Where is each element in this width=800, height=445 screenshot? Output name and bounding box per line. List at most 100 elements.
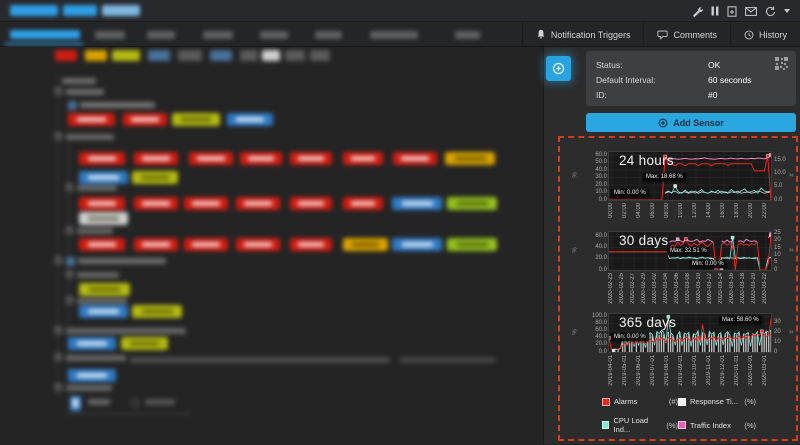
sensor-status-badge[interactable] — [184, 197, 228, 210]
axis-tick-label: 5 — [774, 259, 778, 266]
toolbar-chip[interactable] — [285, 50, 305, 61]
sensor-status-badge[interactable] — [392, 197, 442, 210]
mail-icon[interactable] — [745, 6, 757, 16]
tab-comments[interactable]: Comments — [643, 22, 730, 47]
sensor-status-badge[interactable] — [445, 152, 495, 165]
tree-item-label[interactable] — [66, 355, 126, 361]
sensor-status-badge[interactable] — [290, 152, 332, 165]
sensor-status-badge[interactable] — [79, 283, 130, 296]
sensor-status-badge[interactable] — [79, 171, 128, 184]
sensor-status-badge[interactable] — [132, 171, 178, 184]
expand-toggle-icon[interactable]: + — [55, 327, 62, 334]
refresh-icon[interactable] — [765, 6, 776, 17]
sensor-status-badge[interactable] — [236, 238, 280, 251]
sensor-status-badge[interactable] — [343, 152, 383, 165]
toolbar-chip[interactable] — [178, 50, 202, 61]
tree-item-label[interactable] — [400, 357, 495, 363]
tree-item-label[interactable] — [62, 78, 96, 84]
expand-toggle-icon[interactable]: + — [66, 184, 73, 191]
expand-toggle-icon[interactable]: + — [55, 384, 62, 391]
sensor-status-badge[interactable] — [393, 152, 437, 165]
x-axis-label: 2020-03-10 — [696, 273, 702, 304]
toolbar-chip[interactable] — [262, 50, 280, 61]
tree-item-label[interactable] — [145, 399, 175, 405]
min-max-tooltip: Min: 0.00 % — [611, 189, 649, 197]
tree-item-label[interactable] — [66, 89, 104, 95]
sensor-status-badge[interactable] — [172, 113, 220, 126]
toolbar-chip[interactable] — [240, 50, 258, 61]
sensor-status-badge[interactable] — [68, 113, 115, 126]
x-axis-label: 20:00 — [748, 203, 754, 219]
tree-item-label[interactable] — [66, 328, 186, 334]
sensor-status-badge[interactable] — [79, 152, 125, 165]
status-ring-icon — [131, 399, 139, 407]
toolbar-chip[interactable] — [210, 50, 232, 61]
toolbar-chip[interactable] — [112, 50, 140, 61]
add-sensor-button[interactable]: Add Sensor — [586, 113, 796, 132]
sensor-status-badge[interactable] — [343, 197, 383, 210]
sensor-status-badge[interactable] — [79, 305, 128, 318]
sensor-status-badge[interactable] — [227, 113, 273, 126]
tree-item-label[interactable] — [66, 385, 112, 391]
sensor-status-badge[interactable] — [134, 238, 178, 251]
expand-toggle-icon[interactable]: + — [55, 88, 62, 95]
sensor-status-badge[interactable] — [68, 369, 116, 382]
chart-title: 24 hours — [619, 153, 674, 168]
add-report-icon[interactable] — [727, 5, 737, 17]
sensor-status-badge[interactable] — [189, 152, 233, 165]
tree-item-label[interactable] — [130, 357, 390, 363]
tab-history[interactable]: History — [729, 22, 800, 47]
expand-toggle-icon[interactable]: + — [55, 257, 62, 264]
tree-item-label[interactable] — [77, 228, 113, 234]
sensor-status-badge[interactable] — [290, 197, 332, 210]
badge-text-blur — [192, 201, 220, 206]
toolbar-chip[interactable] — [310, 50, 330, 61]
sensor-status-badge[interactable] — [447, 197, 497, 210]
sensor-status-badge[interactable] — [240, 152, 282, 165]
status-label: Status: — [596, 59, 623, 70]
qr-code-icon[interactable] — [775, 57, 788, 75]
sensor-status-badge[interactable] — [134, 152, 178, 165]
axis-tick-label: 40.0 — [595, 334, 607, 341]
sensor-status-badge[interactable] — [447, 238, 497, 251]
tree-item-label[interactable] — [77, 272, 119, 278]
expand-toggle-icon[interactable]: + — [66, 297, 73, 304]
expand-toggle-icon[interactable]: + — [55, 354, 62, 361]
sensor-status-badge[interactable] — [343, 238, 388, 251]
sensor-status-badge[interactable] — [68, 337, 116, 350]
tree-item-label[interactable] — [66, 134, 114, 140]
x-axis-label: 2020-03-12 — [707, 273, 713, 304]
caret-down-icon[interactable] — [784, 9, 790, 13]
sensor-status-badge[interactable] — [134, 197, 178, 210]
toolbar-chip[interactable] — [148, 50, 170, 61]
tree-item-label[interactable] — [77, 298, 127, 304]
panel-plus-button[interactable] — [546, 56, 571, 81]
tree-item-label[interactable] — [78, 258, 166, 264]
tree-item-label[interactable] — [88, 399, 110, 405]
expand-toggle-icon[interactable]: + — [66, 271, 73, 278]
tabs-blurred[interactable] — [0, 22, 520, 47]
probe-logo-icon[interactable] — [70, 396, 81, 411]
expand-toggle-icon[interactable]: + — [66, 227, 73, 234]
pause-icon[interactable] — [711, 6, 719, 16]
sensor-status-badge[interactable] — [392, 238, 442, 251]
tab-notification-triggers[interactable]: Notification Triggers — [521, 22, 644, 47]
sensor-status-badge[interactable] — [184, 238, 228, 251]
tree-item-label[interactable] — [80, 102, 155, 108]
tree-item-label[interactable] — [77, 185, 117, 191]
x-axis-label: 2020-02-23 — [608, 273, 614, 304]
sensor-status-badge[interactable] — [132, 305, 182, 318]
settings-wrench-icon[interactable] — [692, 6, 703, 17]
x-axis-label: 22:00 — [762, 203, 768, 219]
sensor-status-badge[interactable] — [290, 238, 332, 251]
sensor-status-badge[interactable] — [79, 212, 128, 225]
sensor-status-badge[interactable] — [79, 238, 125, 251]
toolbar-chip[interactable] — [85, 50, 107, 61]
sensor-status-badge[interactable] — [236, 197, 280, 210]
expand-toggle-icon[interactable]: + — [55, 133, 62, 140]
sensor-status-badge[interactable] — [123, 113, 167, 126]
sensor-status-badge[interactable] — [79, 197, 125, 210]
legend-swatch — [602, 397, 610, 406]
toolbar-chip[interactable] — [55, 50, 77, 61]
sensor-status-badge[interactable] — [121, 337, 168, 350]
